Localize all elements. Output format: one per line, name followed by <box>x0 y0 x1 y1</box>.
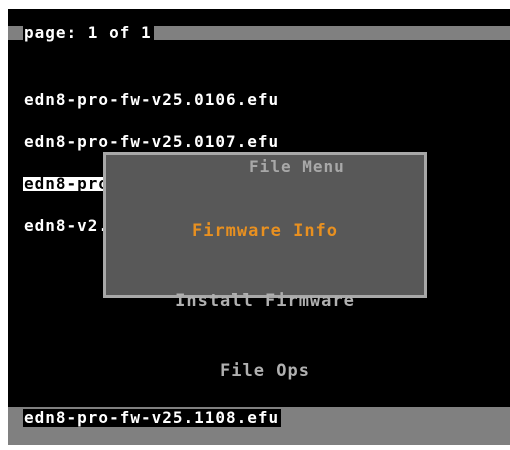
menu-item-file-ops[interactable]: File Ops <box>106 355 424 387</box>
menu-title-text: File Menu <box>247 157 347 176</box>
page-indicator: page: 1 of 1 <box>23 23 154 42</box>
file-menu-dialog: File Menu Firmware Info Install Firmware… <box>103 150 427 381</box>
selected-file-label: edn8-pro-fw-v25.1108.efu <box>23 408 282 427</box>
file-item[interactable]: edn8-pro-fw-v25.0106.efu <box>23 92 281 108</box>
menu-item-install-firmware[interactable]: Install Firmware <box>106 285 424 317</box>
menu-item-firmware-info[interactable]: Firmware Info <box>106 215 424 247</box>
screen: page: 1 of 1 edn8-pro-fw-v25.0106.efu ed… <box>8 9 510 445</box>
menu-items: Firmware Info Install Firmware File Ops <box>106 177 424 425</box>
